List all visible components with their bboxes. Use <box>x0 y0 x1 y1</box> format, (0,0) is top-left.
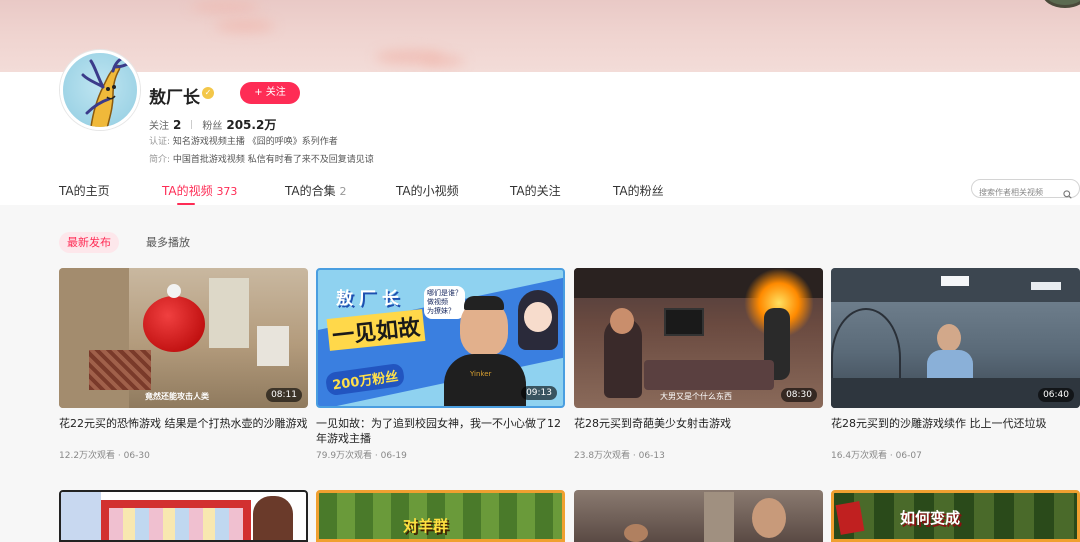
video-thumbnail[interactable]: 如何变成 <box>831 490 1080 542</box>
video-card[interactable]: 竟然还能攻击人类 08:11 花22元买的恐怖游戏 结果是个打热水壶的沙雕游戏 … <box>59 268 308 461</box>
verified-icon: ✓ <box>202 87 214 99</box>
thumbnail-caption: 竟然还能攻击人类 <box>145 392 209 401</box>
video-meta: 23.8万次观看 · 06-13 <box>574 451 665 461</box>
thumbnail-text: 对羊群 <box>403 517 449 535</box>
profile-tabs: TA的主页 TA的视频 373 TA的合集 2 TA的小视频 TA的关注 TA的… <box>0 180 1080 205</box>
follow-button[interactable]: + 关注 <box>240 82 300 104</box>
video-meta: 16.4万次观看 · 06-07 <box>831 451 922 461</box>
video-thumbnail[interactable]: 对羊群 <box>316 490 565 542</box>
filter-most-played[interactable]: 最多播放 <box>138 232 198 253</box>
video-duration: 06:40 <box>1038 388 1074 402</box>
thumbnail-caption: 大男又是个什么东西 <box>660 392 732 401</box>
video-meta: 79.9万次观看 · 06-19 <box>316 451 407 461</box>
avatar[interactable] <box>60 50 140 130</box>
thumbnail-text: 敖 厂 长 <box>336 289 399 309</box>
search-icon[interactable] <box>1063 184 1072 203</box>
intro-text: 中国首批游戏视频 私信有时看了来不及回复请见谅 <box>172 155 374 165</box>
stats-divider <box>191 120 193 129</box>
shirt-text: Yinker <box>470 370 492 378</box>
cert-label: 认证: <box>149 137 171 147</box>
profile-name: 敖厂长 <box>149 88 200 108</box>
video-duration: 08:11 <box>266 388 302 402</box>
video-thumbnail[interactable]: 敖 厂 长 一见如故 200万粉丝 哪们是谁？ 做视频 为撩妹？ Yinker … <box>316 268 565 408</box>
filter-latest[interactable]: 最新发布 <box>59 232 119 253</box>
profile-banner <box>0 0 1080 72</box>
fans-label: 粉丝 <box>202 121 223 132</box>
video-duration: 09:13 <box>521 386 557 400</box>
profile-header: 敖厂长 ✓ + 关注 关注 2 粉丝 205.2万 认证: 知名游戏视频主播 《… <box>0 50 1080 205</box>
video-card[interactable]: 大男又是个什么东西 08:30 花28元买到奇葩美少女射击游戏 23.8万次观看… <box>574 268 823 461</box>
tab-short-videos[interactable]: TA的小视频 <box>396 182 459 199</box>
video-thumbnail[interactable]: 06:40 <box>831 268 1080 408</box>
thumbnail-text: 如何变成 <box>900 509 961 527</box>
video-thumbnail[interactable]: 大男又是个什么东西 08:30 <box>574 268 823 408</box>
tab-collections[interactable]: TA的合集 2 <box>285 182 346 199</box>
fans-count[interactable]: 205.2万 <box>226 116 276 133</box>
intro-line: 简介: 中国首批游戏视频 私信有时看了来不及回复请见谅 <box>149 152 374 165</box>
intro-label: 简介: <box>149 155 171 165</box>
video-thumbnail[interactable] <box>574 490 823 542</box>
video-card[interactable]: 06:40 花28元买到的沙雕游戏续作 比上一代还垃圾 16.4万次观看 · 0… <box>831 268 1080 461</box>
video-thumbnail[interactable]: 竟然还能攻击人类 08:11 <box>59 268 308 408</box>
video-title[interactable]: 一见如故：为了追到校园女神，我一不小心做了12年游戏主播 <box>316 416 565 446</box>
following-count[interactable]: 2 <box>173 118 181 132</box>
video-title[interactable]: 花22元买的恐怖游戏 结果是个打热水壶的沙雕游戏 <box>59 416 308 446</box>
thumbnail-bubble: 哪们是谁？ 做视频 为撩妹？ <box>424 286 465 319</box>
certification-line: 认证: 知名游戏视频主播 《囧的呼唤》系列作者 <box>149 134 338 147</box>
tab-home[interactable]: TA的主页 <box>59 182 110 199</box>
search-input[interactable] <box>972 184 1054 201</box>
following-label: 关注 <box>149 121 169 132</box>
author-search-box <box>971 179 1080 201</box>
video-duration: 08:30 <box>781 388 817 402</box>
profile-stats: 关注 2 粉丝 205.2万 <box>149 116 276 133</box>
video-card[interactable]: 敖 厂 长 一见如故 200万粉丝 哪们是谁？ 做视频 为撩妹？ Yinker … <box>316 268 565 461</box>
cert-text: 知名游戏视频主播 《囧的呼唤》系列作者 <box>172 137 338 147</box>
tab-fans[interactable]: TA的粉丝 <box>613 182 664 199</box>
video-meta: 12.2万次观看 · 06-30 <box>59 451 150 461</box>
video-thumbnail[interactable] <box>59 490 308 542</box>
banner-decoration <box>1042 0 1080 8</box>
video-title[interactable]: 花28元买到奇葩美少女射击游戏 <box>574 416 823 446</box>
video-title[interactable]: 花28元买到的沙雕游戏续作 比上一代还垃圾 <box>831 416 1080 446</box>
tab-following[interactable]: TA的关注 <box>510 182 561 199</box>
tab-videos[interactable]: TA的视频 373 <box>162 182 237 205</box>
